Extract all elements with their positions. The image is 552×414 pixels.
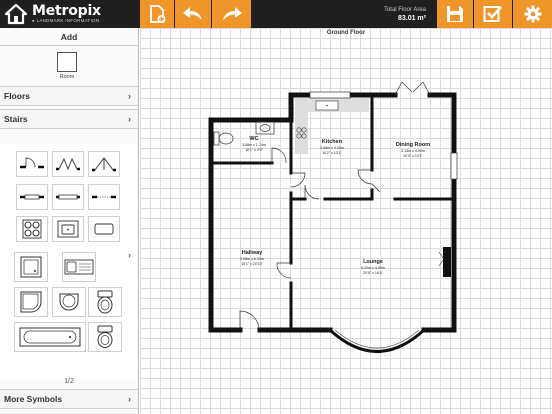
room-name: Lounge (363, 259, 383, 265)
room-name: WC (249, 136, 259, 142)
door-swing (394, 81, 431, 96)
basin-icon (59, 293, 79, 311)
french-door-symbol[interactable] (88, 151, 120, 177)
confirm-button[interactable] (474, 0, 512, 28)
top-bar: Metropix ● LANDMARK INFORMATION Total Fl… (0, 0, 552, 28)
bath-icon (19, 327, 81, 347)
window-symbol[interactable] (16, 184, 48, 210)
room-name: Hallway (241, 250, 263, 256)
floors-section[interactable]: Floors › (0, 86, 138, 106)
stairs-section[interactable]: Stairs › (0, 109, 138, 129)
room-tool[interactable] (57, 52, 77, 72)
room-label-kitchen: Kitchen 3.08m x 4.00m 10'2" x 13'1" (302, 139, 362, 156)
window-icon (20, 194, 44, 200)
toilet-cistern (213, 131, 220, 146)
redo-button[interactable] (212, 0, 251, 28)
bay-window (334, 329, 420, 349)
room-dims-ft: 10'1" x 20'10" (241, 262, 263, 266)
checkbox-icon (483, 6, 502, 22)
room-label-lounge: Lounge 6.22m x 4.99m 20'5" x 16'4" (341, 259, 405, 276)
basin-symbol[interactable] (52, 287, 86, 317)
appliance-icon (94, 223, 114, 235)
door-icon (20, 157, 44, 169)
more-symbols-label: More Symbols (4, 394, 63, 404)
total-floor-area: Total Floor Area 83.01 m² (252, 0, 436, 28)
symbol-palette (0, 144, 138, 380)
chevron-right-icon: › (128, 114, 131, 124)
toilet-icon (97, 325, 113, 348)
redo-icon (222, 7, 242, 20)
room-label-dining-room: Dining Room 3.13m x 4.00m 10'3" x 13'1" (383, 142, 443, 159)
app-logo: Metropix ● LANDMARK INFORMATION (4, 2, 140, 26)
corner-shower-icon (20, 291, 42, 313)
settings-button[interactable] (513, 0, 552, 28)
undo-button[interactable] (175, 0, 211, 28)
area-value: 83.01 m² (397, 15, 426, 22)
floor-plan-canvas[interactable]: Ground Floor WC 3.08m x 1.74m 10'1" x 5'… (140, 28, 552, 414)
window (450, 152, 458, 180)
room-tool-label: Room (59, 74, 75, 80)
undo-icon (183, 7, 202, 20)
door-swing (239, 310, 260, 331)
chevron-right-icon: › (128, 394, 131, 404)
room-dims-ft: 10'3" x 13'1" (403, 154, 423, 158)
kitchen-sink-symbol[interactable] (52, 216, 84, 242)
door-swing (290, 172, 306, 188)
room-dims-ft: 10'1" x 5'9" (245, 148, 263, 152)
door-swing (304, 184, 320, 200)
add-page-button[interactable] (140, 0, 174, 28)
gear-icon (524, 5, 541, 23)
toilet-icon (97, 290, 113, 314)
shower-symbol[interactable] (14, 252, 48, 282)
room-name: Dining Room (395, 142, 431, 148)
door-swing (357, 169, 373, 185)
app-name: Metropix (32, 3, 101, 19)
stairs-label: Stairs (4, 114, 28, 124)
window-icon (56, 194, 80, 200)
hob-icon (22, 219, 42, 239)
bath-symbol[interactable] (14, 322, 86, 352)
double-door-icon (56, 157, 80, 171)
room-label-wc: WC 3.08m x 1.74m 10'1" x 5'9" (224, 136, 284, 153)
window-wide-symbol[interactable] (52, 184, 84, 210)
room-dims-ft: 20'5" x 16'4" (363, 271, 383, 275)
sink-icon (57, 220, 79, 238)
opening-icon (92, 195, 116, 199)
window (309, 91, 351, 99)
floor-plan (208, 81, 458, 353)
save-button[interactable] (437, 0, 473, 28)
hob-symbol[interactable] (16, 216, 48, 242)
toilet-round-symbol[interactable] (88, 322, 122, 352)
add-header: Add (0, 28, 138, 46)
page-add-icon (150, 5, 166, 23)
french-door-icon (92, 157, 116, 172)
toilet-symbol[interactable] (88, 287, 122, 317)
door-swing (401, 81, 424, 93)
more-symbols-section[interactable]: More Symbols › (0, 389, 138, 409)
floors-label: Floors (4, 91, 30, 101)
corner-bath-symbol[interactable] (14, 287, 48, 317)
sink-drainer-symbol[interactable] (62, 252, 96, 282)
shower-tray-icon (20, 256, 42, 278)
unit-symbol[interactable] (88, 216, 120, 242)
opening-symbol[interactable] (88, 184, 120, 210)
app-tagline: ● LANDMARK INFORMATION (32, 18, 100, 23)
page-indicator: 1/2 (64, 378, 74, 385)
wc-basin (255, 121, 275, 135)
fireplace (443, 247, 451, 277)
room-label-hallway: Hallway 3.08m x 6.33m 10'1" x 20'10" (222, 250, 282, 267)
room-dims-ft: 10'2" x 13'1" (322, 151, 342, 155)
single-door-symbol[interactable] (16, 151, 48, 177)
floppy-disk-icon (447, 6, 463, 22)
sink-drainer-icon (64, 259, 94, 275)
sidebar: Add Room Floors › Stairs › › 1/2 More Sy… (0, 28, 139, 414)
chevron-right-icon[interactable]: › (128, 250, 131, 260)
area-label: Total Floor Area (383, 7, 426, 13)
room-name: Kitchen (321, 139, 343, 145)
house-logo-icon (4, 3, 28, 25)
chevron-right-icon: › (128, 91, 131, 101)
double-door-symbol[interactable] (52, 151, 84, 177)
